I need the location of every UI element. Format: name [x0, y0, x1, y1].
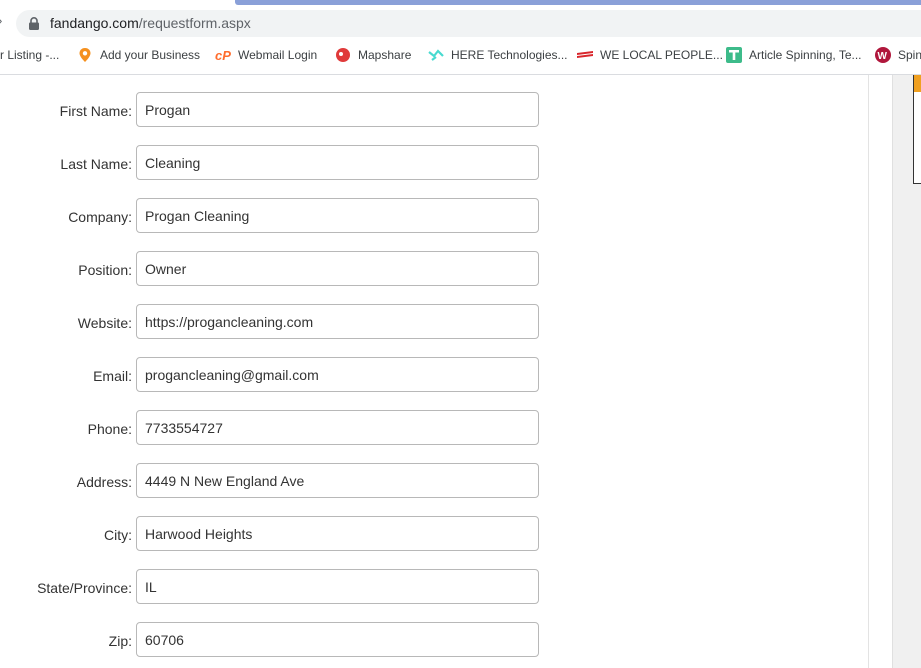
bookmark-label: r Listing -... — [0, 48, 60, 62]
field-row-zip: Zip: — [0, 622, 560, 660]
phone-input[interactable] — [136, 410, 539, 445]
field-row-city: City: — [0, 516, 560, 554]
bookmark-label: Spin — [898, 48, 921, 62]
city-input[interactable] — [136, 516, 539, 551]
email-input[interactable] — [136, 357, 539, 392]
field-row-last-name: Last Name: — [0, 145, 560, 183]
request-form-page: First Name: Last Name: Company: Position… — [0, 75, 869, 668]
phone-label: Phone: — [87, 421, 132, 437]
w-icon: W — [875, 47, 891, 63]
browser-chrome: › fandango.com/requestform.aspx r Listin… — [0, 0, 921, 75]
url-text: fandango.com/requestform.aspx — [50, 15, 251, 31]
back-edge-icon: › — [0, 13, 2, 28]
field-row-state: State/Province: — [0, 569, 560, 607]
last-name-input[interactable] — [136, 145, 539, 180]
lock-icon — [29, 17, 39, 30]
cpanel-icon: cP — [215, 48, 231, 63]
first-name-label: First Name: — [59, 103, 132, 119]
field-row-company: Company: — [0, 198, 560, 236]
field-row-position: Position: — [0, 251, 560, 289]
field-row-address: Address: — [0, 463, 560, 501]
url-domain: fandango.com — [50, 15, 139, 31]
last-name-label: Last Name: — [60, 156, 132, 172]
zip-label: Zip: — [108, 633, 132, 649]
field-row-email: Email: — [0, 357, 560, 395]
city-label: City: — [104, 527, 132, 543]
right-sidebar — [869, 75, 921, 668]
sidebar-accent — [914, 75, 921, 92]
position-input[interactable] — [136, 251, 539, 286]
position-label: Position: — [78, 262, 132, 278]
bookmark-label: Webmail Login — [238, 48, 318, 62]
svg-text:cP: cP — [215, 48, 231, 63]
company-input[interactable] — [136, 198, 539, 233]
first-name-input[interactable] — [136, 92, 539, 127]
map-pin-icon — [79, 48, 91, 62]
bookmark-label: Article Spinning, Te... — [749, 48, 862, 62]
zip-input[interactable] — [136, 622, 539, 657]
active-tab-strip — [235, 0, 921, 5]
mapshare-icon — [336, 48, 350, 62]
company-label: Company: — [68, 209, 132, 225]
bookmark-label: Add your Business — [100, 48, 201, 62]
bookmark-label: Mapshare — [358, 48, 412, 62]
url-path: /requestform.aspx — [138, 15, 251, 31]
field-row-first-name: First Name: — [0, 92, 560, 130]
state-label: State/Province: — [37, 580, 132, 596]
address-label: Address: — [76, 474, 132, 490]
here-icon — [428, 49, 444, 61]
website-label: Website: — [77, 315, 132, 331]
field-row-website: Website: — [0, 304, 560, 342]
email-label: Email: — [93, 368, 132, 384]
we-local-icon — [577, 51, 593, 58]
state-input[interactable] — [136, 569, 539, 604]
field-row-phone: Phone: — [0, 410, 560, 448]
website-input[interactable] — [136, 304, 539, 339]
address-bar[interactable]: fandango.com/requestform.aspx — [16, 10, 921, 37]
bookmarks-bar: r Listing -... Add your Business cP Webm… — [0, 43, 921, 67]
address-input[interactable] — [136, 463, 539, 498]
bookmark-label: WE LOCAL PEOPLE... — [600, 48, 723, 62]
bookmark-label: HERE Technologies... — [451, 48, 568, 62]
svg-text:W: W — [878, 51, 888, 62]
t-icon — [726, 47, 742, 63]
